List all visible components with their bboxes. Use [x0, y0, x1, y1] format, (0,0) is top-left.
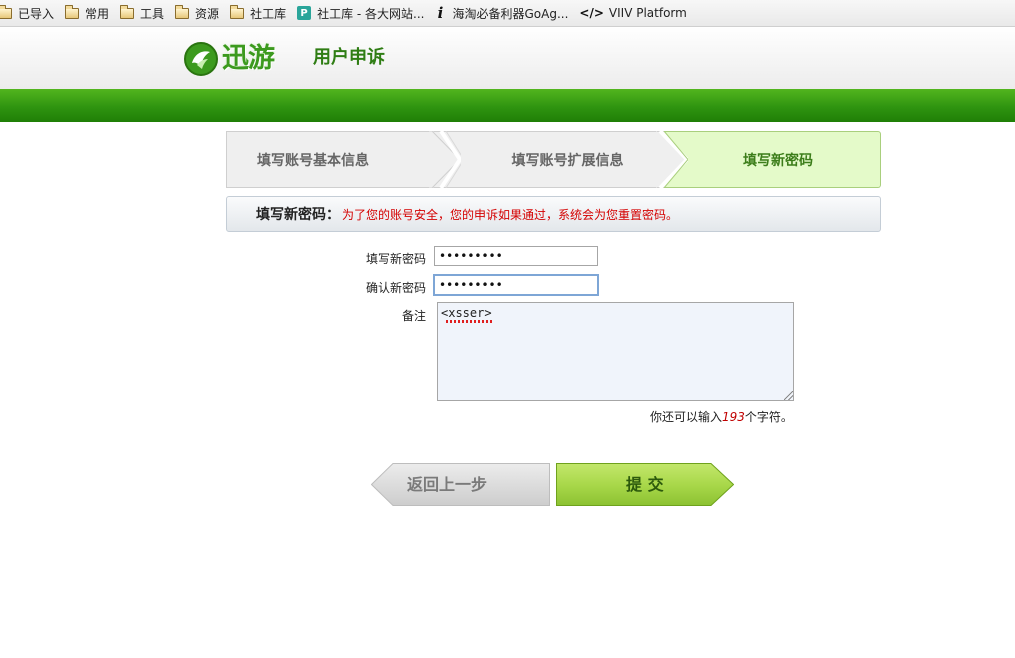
step-new-password: 填写新密码 [676, 131, 881, 188]
counter-suffix: 个字符。 [744, 410, 793, 424]
bookmark-tools[interactable]: 工具 [120, 4, 165, 22]
info-i-icon: i [437, 4, 444, 22]
bookmark-label: 社工库 [250, 6, 287, 21]
folder-icon [175, 4, 190, 19]
confirm-password-label: 确认新密码 [365, 281, 426, 295]
confirm-password-input[interactable] [433, 274, 599, 296]
notice-bar: 填写新密码： 为了您的账号安全，您的申诉如果通过，系统会为您重置密码。 [226, 196, 881, 232]
bookmark-viiv[interactable]: </> VIIV Platform [579, 6, 686, 20]
new-password-input[interactable] [434, 246, 598, 266]
page-title: 用户申诉 [313, 47, 385, 68]
bookmark-sgk-folder[interactable]: 社工库 [230, 4, 287, 22]
textarea-resize-handle[interactable] [784, 391, 793, 400]
bookmark-label: 海淘必备利器GoAg... [452, 6, 569, 21]
step-label: 填写账号基本信息 [257, 152, 369, 169]
bookmark-label: 资源 [195, 6, 220, 21]
bookmark-common[interactable]: 常用 [65, 4, 110, 22]
back-button[interactable]: 返回上一步 [371, 463, 550, 506]
code-icon: </> [579, 6, 604, 20]
new-password-label: 填写新密码 [365, 252, 426, 266]
site-p-icon: P [297, 6, 312, 20]
folder-icon [0, 4, 12, 19]
folder-icon [230, 4, 245, 19]
folder-icon [65, 4, 80, 19]
submit-button-label: 提 交 [626, 475, 664, 494]
notice-label: 填写新密码： [256, 207, 340, 223]
step-label: 填写账号扩展信息 [511, 152, 624, 169]
logo-text: 迅游 [222, 43, 275, 74]
bookmark-label: 工具 [140, 6, 165, 21]
step-separator-2 [656, 131, 688, 188]
bookmark-imported[interactable]: 已导入 [0, 4, 55, 22]
char-counter: 你还可以输入193个字符。 [650, 408, 793, 425]
submit-button[interactable]: 提 交 [556, 463, 734, 506]
step-label: 填写新密码 [743, 152, 813, 169]
spellcheck-underline [446, 320, 492, 323]
bookmark-resources[interactable]: 资源 [175, 4, 220, 22]
bookmark-label: 社工库 - 各大网站... [317, 6, 425, 21]
folder-icon [120, 4, 135, 19]
logo-mark-icon [184, 42, 218, 76]
remark-textarea[interactable]: <xsser> [437, 302, 794, 401]
step-separator-1 [429, 131, 461, 188]
notice-text: 为了您的账号安全，您的申诉如果通过，系统会为您重置密码。 [342, 207, 679, 222]
step-extended-info: 填写账号扩展信息 [444, 131, 691, 188]
bookmark-sgk-site[interactable]: P 社工库 - 各大网站... [297, 5, 424, 22]
bookmarks-bar: 已导入 常用 工具 资源 社工库 P 社工库 - 各大网站... i 海淘必备利… [0, 0, 1015, 27]
step-progress: 填写账号基本信息 填写账号扩展信息 填写新密码 [226, 131, 881, 188]
counter-number: 193 [722, 410, 745, 424]
counter-prefix: 你还可以输入 [650, 410, 723, 424]
site-header: 迅游 用户申诉 [0, 27, 1015, 89]
step-basic-info: 填写账号基本信息 [226, 131, 454, 188]
bookmark-label: 已导入 [18, 6, 55, 21]
bookmark-label: VIIV Platform [608, 6, 687, 20]
green-nav-bar [0, 89, 1015, 122]
bookmark-goagent[interactable]: i 海淘必备利器GoAg... [435, 4, 569, 22]
bookmark-label: 常用 [85, 6, 110, 21]
site-logo[interactable]: 迅游 [183, 41, 291, 77]
remark-label: 备注 [401, 309, 426, 323]
back-button-label: 返回上一步 [407, 475, 488, 494]
